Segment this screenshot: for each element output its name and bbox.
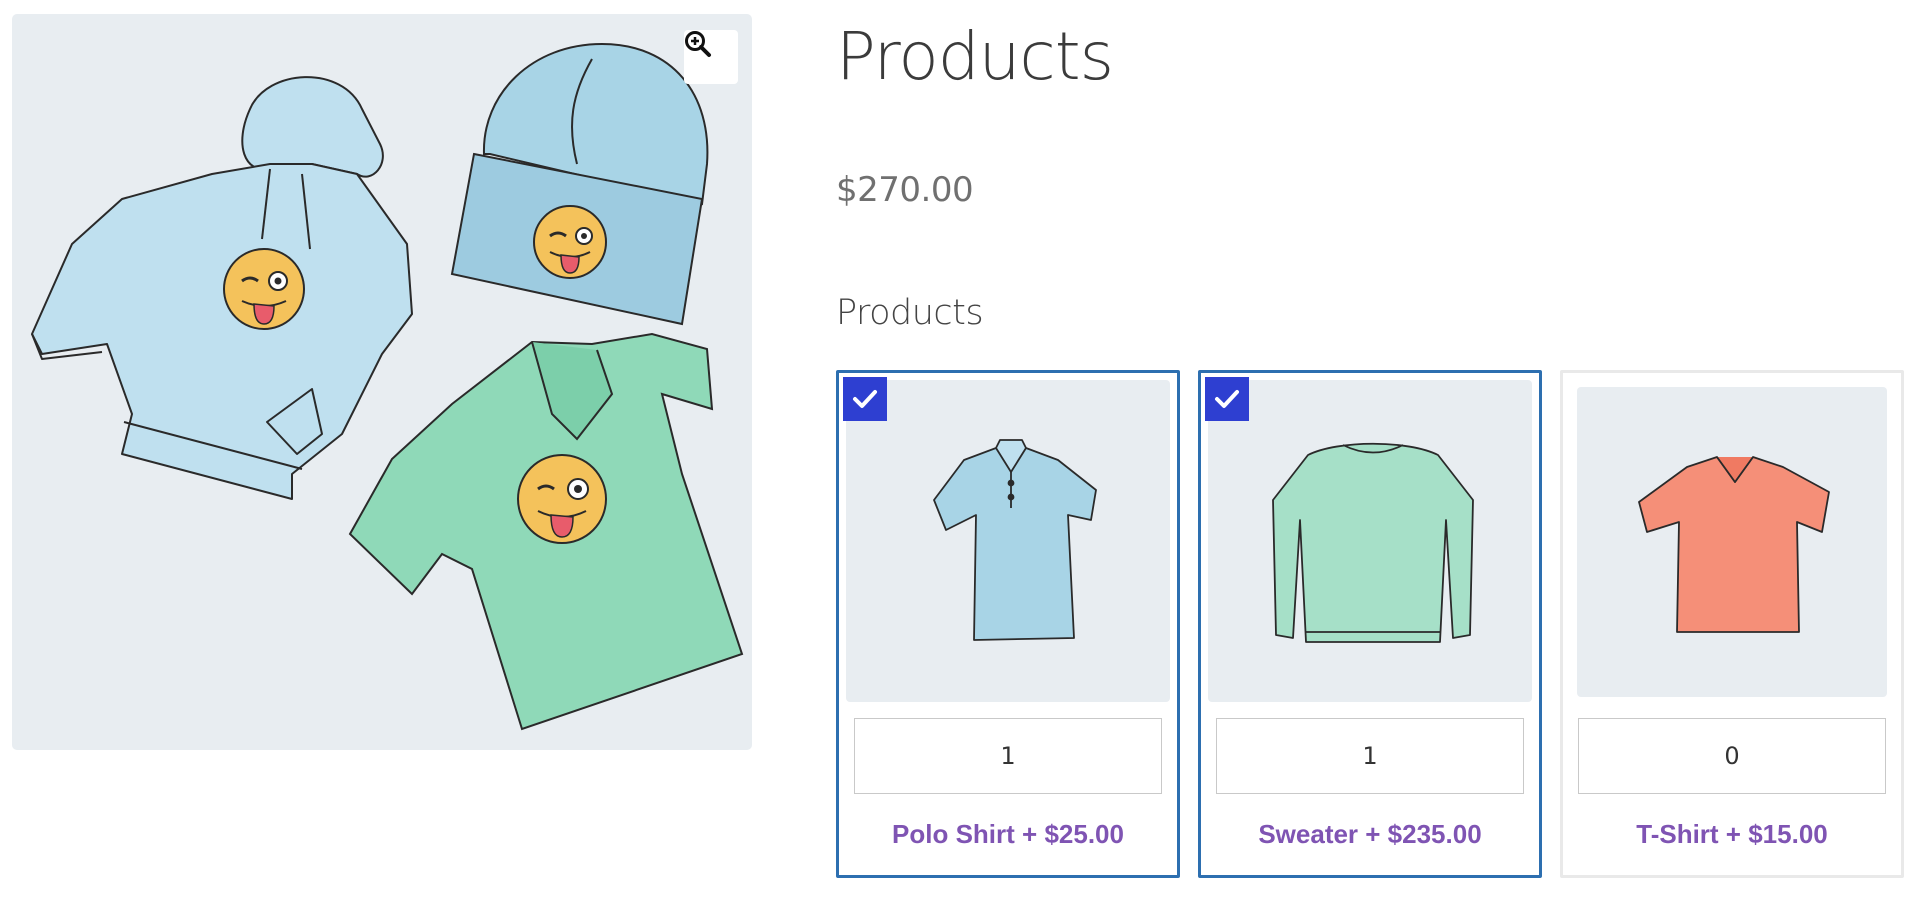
- quantity-input[interactable]: [854, 718, 1162, 794]
- bundle-item-card[interactable]: Sweater + $235.00: [1198, 370, 1542, 878]
- tshirt-illustration: [1638, 456, 1830, 633]
- product-gallery[interactable]: [12, 14, 752, 750]
- checkmark-icon: [853, 390, 877, 408]
- bundle-item-label[interactable]: T-Shirt + $15.00: [1563, 819, 1901, 850]
- tshirt-emoji: [517, 454, 607, 544]
- magnifier-plus-icon: [685, 31, 711, 57]
- bundle-item-card[interactable]: T-Shirt + $15.00: [1560, 370, 1904, 878]
- bundle-item-image[interactable]: [1208, 380, 1532, 702]
- quantity-input[interactable]: [1578, 718, 1886, 794]
- bundle-item-image[interactable]: [1577, 387, 1887, 697]
- selected-checkbox[interactable]: [843, 377, 887, 421]
- bundle-item-label[interactable]: Sweater + $235.00: [1201, 819, 1539, 850]
- sweater-illustration: [1272, 442, 1474, 643]
- beanie-emoji: [533, 205, 607, 279]
- checkmark-icon: [1215, 390, 1239, 408]
- zoom-button[interactable]: [684, 30, 738, 84]
- bundle-item-label[interactable]: Polo Shirt + $25.00: [839, 819, 1177, 850]
- polo-shirt-illustration: [933, 439, 1097, 641]
- hoodie-emoji: [223, 248, 305, 330]
- selected-checkbox[interactable]: [1205, 377, 1249, 421]
- bundle-section-label: Products: [836, 293, 984, 333]
- product-price: $270.00: [836, 170, 974, 210]
- product-page: Products $270.00 Products Polo Shirt + $…: [0, 0, 1920, 905]
- hoodie-illustration: [31, 76, 413, 500]
- bundle-item-card[interactable]: Polo Shirt + $25.00: [836, 370, 1180, 878]
- bundle-item-image[interactable]: [846, 380, 1170, 702]
- quantity-input[interactable]: [1216, 718, 1524, 794]
- beanie-illustration: [450, 42, 709, 326]
- product-title: Products: [836, 18, 1114, 95]
- product-image[interactable]: [12, 14, 752, 750]
